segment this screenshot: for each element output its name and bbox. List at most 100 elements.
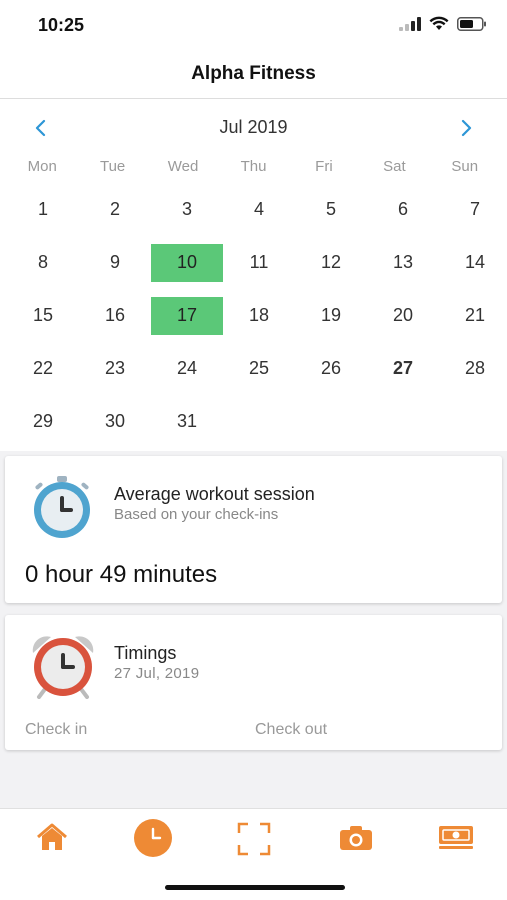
- tab-camera[interactable]: [336, 821, 376, 853]
- calendar-month-label: Jul 2019: [219, 117, 288, 137]
- wifi-icon: [429, 16, 449, 30]
- average-workout-card: Average workout session Based on your ch…: [5, 456, 502, 603]
- calendar-day[interactable]: 11: [223, 236, 295, 289]
- timings-card-title: Timings: [114, 643, 177, 663]
- calendar-day[interactable]: 5: [295, 183, 367, 236]
- cellular-signal-icon: [399, 16, 421, 31]
- calendar-day-label: 13: [392, 252, 414, 272]
- calendar-day[interactable]: 21: [439, 289, 507, 342]
- money-icon: [439, 826, 473, 849]
- calendar-day[interactable]: 27: [367, 342, 439, 395]
- calendar-day-label: 7: [469, 199, 480, 219]
- calendar-day-label: 19: [320, 305, 342, 325]
- alarm-clock-icon: [32, 636, 94, 699]
- calendar-day[interactable]: 18: [223, 289, 295, 342]
- weekday-label: Wed: [167, 158, 199, 175]
- calendar-day[interactable]: 28: [439, 342, 507, 395]
- workout-card-subtitle: Based on your check-ins: [114, 506, 279, 523]
- calendar: Jul 2019 Mon Tue Wed Thu Fri Sat Sun 123456789…: [0, 99, 507, 451]
- calendar-day-label: 8: [37, 252, 48, 272]
- calendar-day[interactable]: 20: [367, 289, 439, 342]
- calendar-day-label: 1: [37, 199, 48, 219]
- workout-duration: 0 hour 49 minutes: [25, 561, 218, 588]
- tab-checkins[interactable]: [132, 817, 174, 859]
- nav-header: Alpha Fitness: [0, 52, 507, 99]
- calendar-day[interactable]: 29: [7, 395, 79, 448]
- page-title: Alpha Fitness: [191, 63, 316, 84]
- calendar-day-label: 31: [176, 411, 198, 431]
- calendar-day[interactable]: 13: [367, 236, 439, 289]
- calendar-day[interactable]: 25: [223, 342, 295, 395]
- tab-payments[interactable]: [436, 821, 476, 853]
- battery-icon: [457, 16, 486, 31]
- calendar-day-label: 21: [464, 305, 486, 325]
- calendar-day-label: 27: [392, 358, 414, 378]
- status-bar: 10:25: [0, 0, 507, 52]
- calendar-day[interactable]: 17: [151, 289, 223, 342]
- weekday-label: Thu: [240, 158, 267, 175]
- stopwatch-icon: [34, 476, 90, 538]
- calendar-day[interactable]: 26: [295, 342, 367, 395]
- chevron-right-icon: [461, 119, 472, 137]
- calendar-day-label: 10: [151, 243, 223, 282]
- calendar-day[interactable]: 23: [79, 342, 151, 395]
- weekday-label: Sun: [451, 158, 479, 175]
- camera-icon: [340, 826, 372, 850]
- timings-card: Timings 27 Jul, 2019 Check in Check out: [5, 615, 502, 750]
- calendar-day-label: 20: [392, 305, 414, 325]
- calendar-day[interactable]: 24: [151, 342, 223, 395]
- calendar-day[interactable]: 1: [7, 183, 79, 236]
- workout-card-title: Average workout session: [114, 484, 315, 504]
- check-out-label: Check out: [255, 721, 328, 738]
- calendar-day-label: 5: [325, 199, 336, 219]
- calendar-day[interactable]: 10: [151, 236, 223, 289]
- calendar-day-label: 12: [320, 252, 342, 272]
- calendar-day-label: 6: [397, 199, 408, 219]
- calendar-day[interactable]: 14: [439, 236, 507, 289]
- calendar-day-label: 30: [104, 411, 126, 431]
- calendar-day[interactable]: 31: [151, 395, 223, 448]
- weekday-header: Mon Tue Wed Thu Fri Sat Sun: [7, 158, 500, 175]
- calendar-day-label: 2: [109, 199, 120, 219]
- clock-icon: [134, 819, 172, 857]
- calendar-day-label: 17: [151, 296, 223, 335]
- calendar-grid: 1 2 3 4 5 6 7 8 9 10 11 12 13 14 15 16 17 18 19 20 21 22 23 24 2…: [7, 183, 500, 448]
- tab-home[interactable]: [32, 821, 72, 853]
- calendar-day-label: 9: [109, 252, 120, 272]
- calendar-day-label: 18: [248, 305, 270, 325]
- calendar-day-label: 23: [104, 358, 126, 378]
- calendar-day-label: 24: [176, 358, 198, 378]
- scan-icon: [237, 822, 271, 856]
- calendar-day[interactable]: 30: [79, 395, 151, 448]
- calendar-day-label: 26: [320, 358, 342, 378]
- calendar-day-label: 16: [104, 305, 126, 325]
- calendar-day-label: 29: [32, 411, 54, 431]
- weekday-label: Mon: [27, 158, 57, 175]
- calendar-day[interactable]: 12: [295, 236, 367, 289]
- calendar-day-label: 28: [464, 358, 486, 378]
- calendar-day-label: 4: [253, 199, 264, 219]
- calendar-day[interactable]: 4: [223, 183, 295, 236]
- calendar-day[interactable]: 7: [439, 183, 507, 236]
- calendar-day-label: 14: [464, 252, 486, 272]
- home-indicator: [165, 885, 345, 890]
- calendar-day[interactable]: 8: [7, 236, 79, 289]
- calendar-day-label: 11: [249, 252, 269, 272]
- calendar-day[interactable]: 6: [367, 183, 439, 236]
- next-month-button[interactable]: [451, 113, 481, 143]
- status-time: 10:25: [38, 15, 85, 35]
- calendar-day[interactable]: 16: [79, 289, 151, 342]
- calendar-day[interactable]: 9: [79, 236, 151, 289]
- calendar-day-label: 25: [248, 358, 270, 378]
- calendar-day[interactable]: 3: [151, 183, 223, 236]
- calendar-day[interactable]: 15: [7, 289, 79, 342]
- calendar-day[interactable]: 19: [295, 289, 367, 342]
- status-icons: [399, 16, 487, 31]
- calendar-day[interactable]: 2: [79, 183, 151, 236]
- tab-scan[interactable]: [234, 819, 274, 859]
- timings-date: 27 Jul, 2019: [114, 665, 200, 682]
- weekday-label: Fri: [315, 158, 333, 175]
- weekday-label: Sat: [383, 158, 406, 175]
- calendar-day[interactable]: 22: [7, 342, 79, 395]
- calendar-day-label: 3: [181, 199, 192, 219]
